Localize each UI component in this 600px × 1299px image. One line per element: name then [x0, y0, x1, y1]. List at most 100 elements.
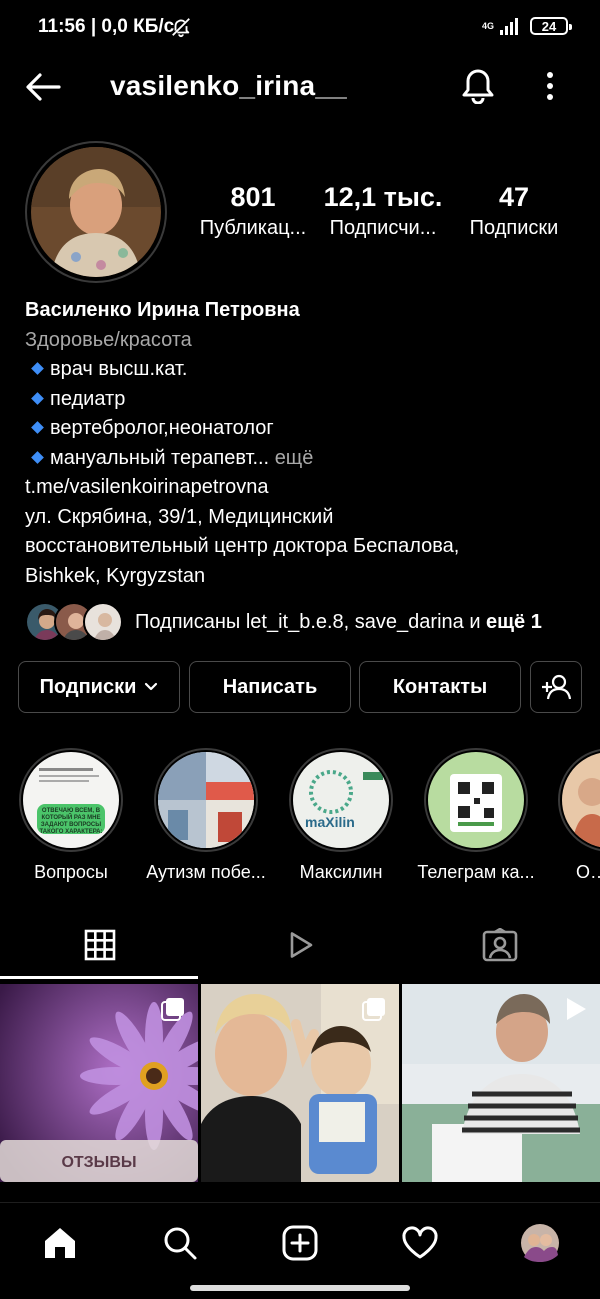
following-button[interactable]: Подписки: [18, 661, 180, 713]
grid-icon: [84, 929, 116, 961]
grid-post[interactable]: ОТЗЫВЫ: [0, 984, 198, 1182]
avatar: [83, 602, 123, 642]
bio-line: вертебролог,неонатолог: [25, 414, 585, 444]
diamond-icon: [31, 391, 44, 405]
highlight-label: Максилин: [299, 862, 383, 882]
bio-address-line[interactable]: ул. Скрябина, 39/1, Медицинский: [25, 503, 585, 533]
nav-profile[interactable]: [518, 1221, 562, 1265]
followers-label: Подписчи...: [329, 217, 437, 239]
highlight-label: Телеграм ка...: [417, 862, 535, 882]
nav-create[interactable]: [278, 1221, 322, 1265]
diamond-icon: [31, 450, 44, 464]
carousel-icon: [161, 998, 184, 1021]
posts-label: Публикац...: [199, 217, 307, 239]
profile-bio: Василенко Ирина Петровна Здоровье/красот…: [25, 296, 585, 591]
tab-reels[interactable]: [200, 910, 400, 980]
posts-grid: ОТЗЫВЫ: [0, 984, 600, 1200]
following-count: 47: [498, 182, 530, 212]
highlight-cover: [158, 752, 254, 848]
message-button[interactable]: Написать: [189, 661, 351, 713]
bio-line: мануальный терапевт... ещё: [25, 444, 585, 474]
tagged-icon: [482, 928, 518, 962]
profile-avatar-icon: [521, 1224, 559, 1262]
posts-count: 801: [230, 182, 276, 212]
highlight-ring: [558, 748, 600, 852]
suggested-users-button[interactable]: [530, 661, 582, 713]
signal-icon: [500, 18, 518, 35]
highlight-label: Аутизм побе...: [146, 862, 266, 882]
nav-home[interactable]: [38, 1221, 82, 1265]
profile-header: vasilenko_irina__: [0, 58, 600, 114]
highlight-cover: maXilin: [293, 752, 389, 848]
home-icon: [45, 1228, 75, 1258]
diamond-icon: [31, 362, 44, 376]
profile-full-name: Василенко Ирина Петровна: [25, 299, 300, 321]
highlight-cover: ОТВЕЧАЮ ВСЕМ, В КОТОРЫЙ РАЗ МНЕ ЗАДАЮТ В…: [23, 752, 119, 848]
diamond-icon: [31, 421, 44, 435]
battery-level: 24: [541, 18, 557, 34]
highlight-ring: maXilin: [289, 748, 393, 852]
contacts-button[interactable]: Контакты: [359, 661, 521, 713]
chevron-down-icon: [145, 682, 158, 691]
bell-icon: [462, 69, 494, 104]
followers-stat[interactable]: 12,1 тыс. Подписчи...: [318, 180, 448, 242]
highlight-item[interactable]: ОТВЕЧАЮ ВСЕМ, В КОТОРЫЙ РАЗ МНЕ ЗАДАЮТ В…: [6, 748, 136, 883]
status-indicators: 4G 24: [482, 14, 572, 38]
bio-link[interactable]: t.me/vasilenkoirinapetrovna: [25, 473, 585, 503]
more-options-button[interactable]: [532, 64, 568, 108]
status-time-speed: 11:56 | 0,0 КБ/с: [38, 16, 175, 37]
followed-by-text: Подписаны let_it_b.e.8, save_darina и ещ…: [135, 610, 542, 633]
bio-address-line[interactable]: Bishkek, Kyrgyzstan: [25, 562, 585, 592]
message-button-label: Написать: [222, 675, 318, 698]
bio-more-link[interactable]: ещё: [275, 447, 314, 469]
nav-activity[interactable]: [398, 1221, 442, 1265]
highlight-item[interactable]: maXilin Максилин: [276, 748, 406, 883]
highlight-ring: [154, 748, 258, 852]
back-arrow-icon: [26, 73, 61, 101]
following-button-label: Подписки: [39, 675, 137, 698]
search-icon: [164, 1227, 197, 1260]
highlight-cover: [428, 752, 524, 848]
following-label: Подписки: [469, 217, 559, 239]
bell-muted-icon: [172, 18, 190, 38]
followed-by-row[interactable]: Подписаны let_it_b.e.8, save_darina и ещ…: [25, 602, 542, 642]
back-button[interactable]: [22, 66, 64, 108]
highlight-item[interactable]: Отз...: [546, 748, 600, 883]
bio-address-line[interactable]: восстановительный центр доктора Беспалов…: [25, 532, 585, 562]
follower-avatars: [25, 602, 123, 642]
tab-tagged[interactable]: [400, 910, 600, 980]
highlight-cover-caption: ОТВЕЧАЮ ВСЕМ, В КОТОРЫЙ РАЗ МНЕ ЗАДАЮТ В…: [39, 808, 103, 835]
grid-post[interactable]: [201, 984, 399, 1182]
profile-category: Здоровье/красота: [25, 328, 192, 351]
plus-square-icon: [282, 1225, 318, 1261]
highlight-cover: [562, 752, 600, 848]
carousel-icon: [362, 998, 385, 1021]
battery-indicator: 24: [530, 17, 572, 35]
highlight-ring: ОТВЕЧАЮ ВСЕМ, В КОТОРЫЙ РАЗ МНЕ ЗАДАЮТ В…: [19, 748, 123, 852]
tab-posts-grid[interactable]: [0, 910, 200, 980]
nav-search[interactable]: [158, 1221, 202, 1265]
video-play-icon: [567, 998, 586, 1020]
profile-tabs: [0, 910, 600, 980]
reels-play-icon: [290, 932, 313, 958]
notifications-button[interactable]: [456, 64, 500, 108]
following-stat[interactable]: 47 Подписки: [449, 180, 579, 242]
profile-username: vasilenko_irina__: [110, 70, 347, 101]
highlight-item[interactable]: Аутизм побе...: [141, 748, 271, 883]
more-vertical-icon: [547, 72, 553, 100]
bio-line: врач высш.кат.: [25, 355, 585, 385]
highlight-cover-caption: maXilin: [305, 814, 355, 830]
post-caption: ОТЗЫВЫ: [61, 1154, 137, 1171]
highlight-item[interactable]: Телеграм ка...: [411, 748, 541, 883]
profile-avatar[interactable]: [25, 141, 167, 283]
contacts-button-label: Контакты: [392, 675, 488, 698]
bio-line: педиатр: [25, 385, 585, 415]
heart-icon: [402, 1226, 438, 1259]
highlight-label: Отз...: [576, 862, 600, 882]
grid-post[interactable]: [402, 984, 600, 1182]
profile-photo: [31, 147, 161, 277]
highlight-ring: [424, 748, 528, 852]
add-user-icon: [542, 674, 571, 700]
posts-stat[interactable]: 801 Публикац...: [188, 180, 318, 242]
bottom-navigation: [0, 1202, 600, 1278]
